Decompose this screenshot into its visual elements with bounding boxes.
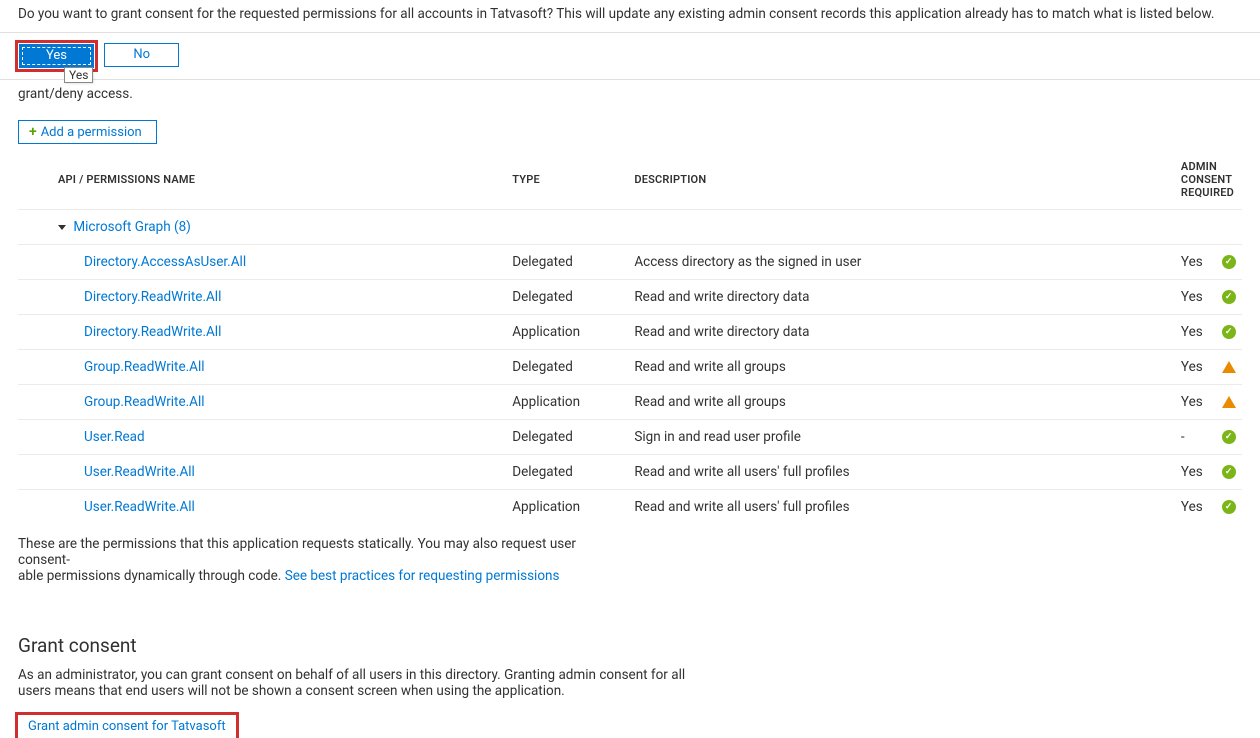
permission-row: Directory.ReadWrite.All ApplicationRead a…: [18, 315, 1242, 350]
permission-status: Granted for Tatvasoft: [1222, 490, 1242, 525]
permission-status: Granted for Tatvasoft: [1222, 280, 1242, 315]
permission-name-link[interactable]: Directory.ReadWrite.All: [84, 324, 221, 340]
permissions-table: API / PERMISSIONS NAME TYPE DESCRIPTION …: [18, 150, 1242, 524]
permission-name-link[interactable]: User.Read: [84, 429, 145, 445]
truncated-text: grant/deny access.: [18, 80, 1242, 102]
yes-button[interactable]: Yes: [19, 44, 94, 68]
permission-row: Directory.ReadWrite.All DelegatedRead and…: [18, 280, 1242, 315]
chevron-down-icon: [58, 225, 66, 230]
confirm-button-row: Yes No Yes: [0, 33, 1260, 80]
permission-type: Application: [512, 385, 634, 420]
permission-status: Granted for Tatvasoft: [1222, 245, 1242, 280]
permission-description: Read and write all users' full profiles: [634, 455, 1181, 490]
check-icon: [1222, 325, 1236, 339]
permission-consent-required: Yes: [1181, 280, 1222, 315]
permission-description: Read and write all groups: [634, 385, 1181, 420]
permission-status: Granted for Tatvasoft: [1222, 455, 1242, 490]
permission-type: Delegated: [512, 350, 634, 385]
permission-consent-required: Yes: [1181, 315, 1222, 350]
consent-prompt: Do you want to grant consent for the req…: [0, 0, 1260, 33]
permission-type: Delegated: [512, 455, 634, 490]
permission-status: Granted for Tatvasoft: [1222, 315, 1242, 350]
permission-consent-required: Yes: [1181, 385, 1222, 420]
best-practices-link[interactable]: See best practices for requesting permis…: [285, 568, 560, 584]
permission-description: Read and write all groups: [634, 350, 1181, 385]
permission-description: Sign in and read user profile: [634, 420, 1181, 455]
grant-admin-consent-button[interactable]: Grant admin consent for Tatvasoft: [18, 715, 236, 738]
warning-icon: [1222, 361, 1236, 373]
permission-row: User.ReadWrite.All DelegatedRead and writ…: [18, 455, 1242, 490]
permission-name-link[interactable]: Group.ReadWrite.All: [84, 359, 205, 375]
permission-consent-required: Yes: [1181, 490, 1222, 525]
yes-tooltip: Yes: [64, 67, 93, 83]
permission-status: Granted for Tatvasoft: [1222, 420, 1242, 455]
permissions-footer-note: These are the permissions that this appl…: [18, 536, 618, 584]
add-permission-button[interactable]: + Add a permission: [18, 120, 157, 144]
col-api-name: API / PERMISSIONS NAME: [18, 150, 512, 210]
api-group-label[interactable]: Microsoft Graph (8): [73, 219, 191, 235]
permission-row: User.Read DelegatedSign in and read user …: [18, 420, 1242, 455]
col-description: DESCRIPTION: [634, 150, 1181, 210]
permission-type: Delegated: [512, 245, 634, 280]
no-button[interactable]: No: [104, 43, 179, 67]
permission-row: Group.ReadWrite.All DelegatedRead and wri…: [18, 350, 1242, 385]
check-icon: [1222, 290, 1236, 304]
grant-consent-description: As an administrator, you can grant conse…: [18, 667, 718, 699]
permission-type: Delegated: [512, 280, 634, 315]
permission-name-link[interactable]: User.ReadWrite.All: [84, 464, 195, 480]
grant-consent-heading: Grant consent: [18, 634, 1242, 657]
permission-consent-required: -: [1181, 420, 1222, 455]
col-type: TYPE: [512, 150, 634, 210]
check-icon: [1222, 465, 1236, 479]
permission-name-link[interactable]: User.ReadWrite.All: [84, 499, 195, 515]
check-icon: [1222, 255, 1236, 269]
api-group-row[interactable]: Microsoft Graph (8): [18, 210, 1242, 245]
permission-status: Not granted for Tatva...: [1222, 350, 1242, 385]
permission-row: User.ReadWrite.All ApplicationRead and wr…: [18, 490, 1242, 525]
permission-consent-required: Yes: [1181, 245, 1222, 280]
permission-description: Read and write all users' full profiles: [634, 490, 1181, 525]
permission-consent-required: Yes: [1181, 455, 1222, 490]
permission-name-link[interactable]: Group.ReadWrite.All: [84, 394, 205, 410]
permission-name-link[interactable]: Directory.ReadWrite.All: [84, 289, 221, 305]
permission-row: Group.ReadWrite.All ApplicationRead and w…: [18, 385, 1242, 420]
permission-status: Not granted for Tatva...: [1222, 385, 1242, 420]
permission-type: Delegated: [512, 420, 634, 455]
permission-type: Application: [512, 490, 634, 525]
add-permission-label: Add a permission: [41, 125, 142, 140]
check-icon: [1222, 430, 1236, 444]
permission-row: Directory.AccessAsUser.All DelegatedAcces…: [18, 245, 1242, 280]
permission-description: Read and write directory data: [634, 280, 1181, 315]
col-admin-consent: ADMIN CONSENT REQUIRED: [1181, 150, 1242, 210]
check-icon: [1222, 500, 1236, 514]
permission-description: Read and write directory data: [634, 315, 1181, 350]
warning-icon: [1222, 396, 1236, 408]
permission-name-link[interactable]: Directory.AccessAsUser.All: [84, 254, 246, 270]
permission-type: Application: [512, 315, 634, 350]
plus-icon: +: [29, 124, 37, 140]
permission-description: Access directory as the signed in user: [634, 245, 1181, 280]
permission-consent-required: Yes: [1181, 350, 1222, 385]
